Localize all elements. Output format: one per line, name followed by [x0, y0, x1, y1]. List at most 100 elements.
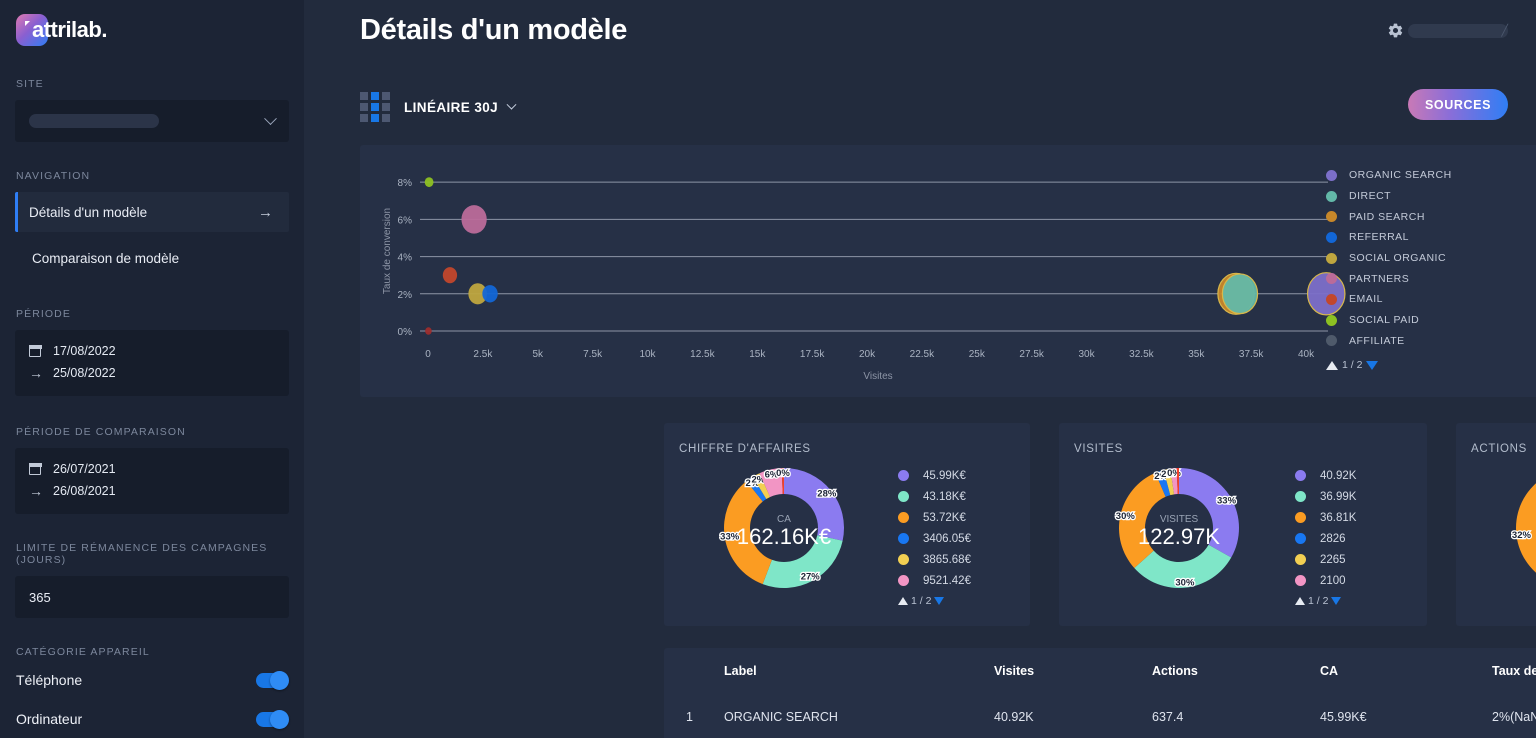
donut-legend-item[interactable]: 2265	[1295, 549, 1415, 570]
table-cell-idx: 1	[686, 710, 693, 724]
donut-chart-ca[interactable]: 28% 27% 33% 2% 2% 6% 0% CA 162.16K€	[719, 463, 849, 598]
navigation-section-label: NAVIGATION	[16, 170, 91, 182]
sidebar-item-comparaison-modele[interactable]: Comparaison de modèle	[15, 238, 289, 278]
page-up-icon[interactable]	[898, 597, 908, 605]
table-column-header[interactable]: Taux de conversion	[1492, 648, 1536, 692]
donut-legend-pager: 1 / 2	[898, 595, 1018, 607]
edit-pencil-icon[interactable]: ╱	[1501, 24, 1508, 37]
legend-item[interactable]: AFFILIATE	[1326, 331, 1526, 352]
limit-input[interactable]: 365	[15, 576, 289, 618]
donut-slice-label: 30%	[1116, 511, 1136, 522]
legend-item[interactable]: ORGANIC SEARCH	[1326, 165, 1526, 186]
donut-legend-item[interactable]: 3865.68€	[898, 549, 1018, 570]
legend-label: PAID SEARCH	[1349, 210, 1425, 223]
donut-chart-actions[interactable]: 29%27%32%2%2%6%0%ACTIONS2168	[1511, 463, 1536, 598]
donut-legend-item[interactable]: 40.92K	[1295, 465, 1415, 486]
device-row-ordinateur: Ordinateur	[0, 702, 304, 736]
donut-center-value: 162.16K€	[737, 524, 831, 549]
page-down-icon[interactable]	[1331, 597, 1342, 605]
table-cell-visites: 40.92K	[994, 710, 1034, 724]
donut-legend-item[interactable]: 2100	[1295, 570, 1415, 591]
legend-color-dot	[898, 470, 909, 481]
legend-label: 2265	[1320, 553, 1346, 566]
donut-slice-label: 32%	[1512, 530, 1532, 541]
sidebar: attrilab. SITE NAVIGATION Détails d'un m…	[0, 0, 304, 738]
donut-legend-item[interactable]: 2826	[1295, 528, 1415, 549]
table-column-header[interactable]	[664, 648, 724, 692]
model-selector[interactable]: LINÉAIRE 30J	[360, 92, 517, 122]
table-column-header[interactable]: Label	[724, 648, 994, 692]
card-title: ACTIONS	[1471, 443, 1528, 455]
periode-date-range[interactable]: 17/08/2022 → 25/08/2022	[15, 330, 289, 396]
main-content: Détails d'un modèle ╱ LINÉAIRE 30J SOURC…	[304, 0, 1536, 738]
scatter-point	[1221, 273, 1259, 315]
sources-button[interactable]: SOURCES	[1408, 89, 1508, 120]
donut-legend-item[interactable]: 53.72K€	[898, 507, 1018, 528]
x-tick-label: 5k	[532, 349, 544, 360]
scatter-point	[442, 267, 458, 284]
model-name-label: LINÉAIRE 30J	[404, 99, 499, 115]
legend-item[interactable]: EMAIL	[1326, 289, 1526, 310]
page-up-icon[interactable]	[1295, 597, 1305, 605]
y-axis-label: Taux de conversion	[382, 208, 393, 294]
page-up-icon[interactable]	[1326, 360, 1338, 370]
legend-item[interactable]: SOCIAL PAID	[1326, 310, 1526, 331]
scatter-point	[461, 205, 487, 234]
brand-logo[interactable]: attrilab.	[0, 0, 304, 46]
donut-legend-ca: 45.99K€ 43.18K€ 53.72K€ 3406.05€ 3865.68€ 952…	[898, 465, 1018, 607]
donut-legend-item[interactable]: 3406.05€	[898, 528, 1018, 549]
table-column-header[interactable]: CA	[1320, 648, 1492, 692]
legend-item[interactable]: SOCIAL ORGANIC	[1326, 248, 1526, 269]
sidebar-item-details-modele[interactable]: Détails d'un modèle →	[15, 192, 289, 232]
sources-table-card: LabelVisitesActionsCATaux de conversion …	[664, 648, 1536, 738]
donut-svg: 33%30%30%2%2%0%VISITES122.97K	[1114, 467, 1239, 590]
donut-slice-label: 28%	[817, 488, 837, 499]
legend-color-dot	[1326, 211, 1337, 223]
user-name-redacted[interactable]	[1408, 24, 1508, 38]
scatter-point	[482, 285, 498, 303]
donut-legend-item[interactable]: 43.18K€	[898, 486, 1018, 507]
comparison-start-row[interactable]: 26/07/2021	[28, 458, 275, 480]
donut-chart-visites[interactable]: 33% 30% 30% 2% 2% 0% VISITES 122.97K	[1114, 463, 1244, 598]
donut-legend-item[interactable]: 36.99K	[1295, 486, 1415, 507]
page-down-icon[interactable]	[1366, 360, 1379, 370]
site-select[interactable]	[15, 100, 289, 142]
donut-legend-item[interactable]: 9521.42€	[898, 570, 1018, 591]
table-header-row: LabelVisitesActionsCATaux de conversion	[664, 648, 1536, 692]
comparison-end-row[interactable]: → 26/08/2021	[29, 480, 275, 502]
donut-svg: 28%27%33%2%2% 6%0%CA162.16K€	[719, 467, 844, 588]
x-tick-label: 10k	[639, 349, 656, 360]
legend-item[interactable]: DIRECT	[1326, 186, 1526, 207]
x-tick-label: 12.5k	[690, 349, 715, 360]
comparison-date-range[interactable]: 26/07/2021 → 26/08/2021	[15, 448, 289, 514]
legend-color-dot	[1326, 190, 1337, 202]
page-down-icon[interactable]	[934, 597, 945, 605]
table-column-header[interactable]: Visites	[994, 648, 1152, 692]
periode-start-row[interactable]: 17/08/2022	[28, 340, 275, 362]
periode-end-row[interactable]: → 25/08/2022	[29, 362, 275, 384]
gear-icon[interactable]	[1387, 22, 1404, 39]
y-tick-label: 6%	[398, 215, 413, 226]
legend-item[interactable]: PARTNERS	[1326, 268, 1526, 289]
toggle-telephone[interactable]	[256, 670, 289, 690]
legend-color-dot	[1326, 314, 1337, 326]
legend-label: 53.72K€	[923, 511, 966, 524]
donut-legend-item[interactable]: 36.81K	[1295, 507, 1415, 528]
y-tick-label: 4%	[398, 253, 413, 264]
y-tick-label: 8%	[398, 178, 413, 189]
sidebar-item-label: Détails d'un modèle	[29, 204, 148, 220]
legend-color-dot	[898, 533, 909, 544]
legend-color-dot	[1295, 470, 1306, 481]
donut-legend-item[interactable]: 45.99K€	[898, 465, 1018, 486]
toggle-ordinateur[interactable]	[256, 709, 289, 729]
legend-label: 2100	[1320, 574, 1346, 587]
x-tick-label: 0	[425, 349, 431, 360]
table-column-header[interactable]: Actions	[1152, 648, 1320, 692]
legend-item[interactable]: REFERRAL	[1326, 227, 1526, 248]
calendar-icon	[28, 344, 42, 357]
arrow-right-icon: →	[29, 483, 43, 499]
table-row[interactable]: 1 ORGANIC SEARCH 40.92K 637.4 45.99K€ 2%(NaN%…	[664, 692, 1536, 734]
donut-card-actions: ACTIONS 29%27%32%2%2%6%0%ACTIONS2168 637…	[1456, 423, 1536, 626]
donut-svg: 29%27%32%2%2%6%0%ACTIONS2168	[1511, 483, 1536, 573]
legend-item[interactable]: PAID SEARCH	[1326, 206, 1526, 227]
